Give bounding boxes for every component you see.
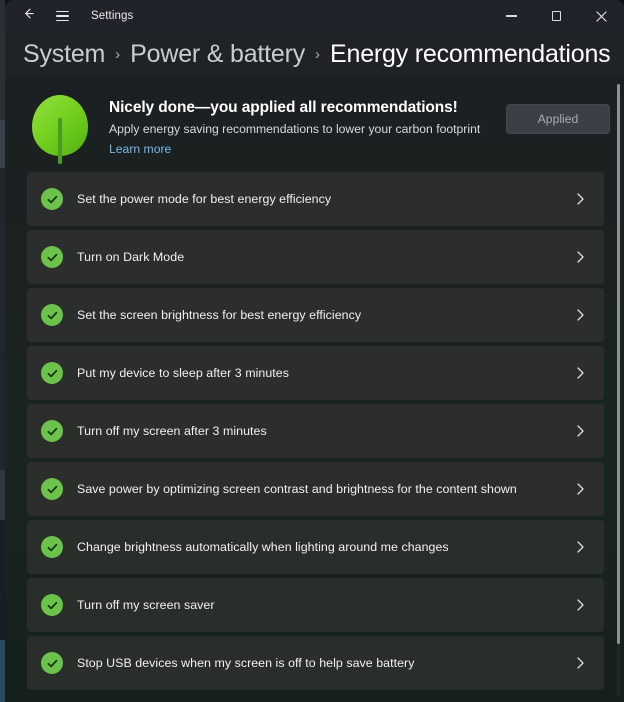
- check-circle-icon: [41, 420, 63, 442]
- check-circle-icon: [41, 246, 63, 268]
- check-circle-icon: [41, 304, 63, 326]
- vertical-scrollbar[interactable]: [617, 84, 620, 696]
- chevron-right-icon[interactable]: [575, 308, 586, 322]
- recommendation-label: Turn on Dark Mode: [77, 250, 185, 264]
- navigation-menu-button[interactable]: [47, 1, 77, 31]
- chevron-right-icon[interactable]: [575, 656, 586, 670]
- minimize-button[interactable]: [489, 0, 534, 32]
- page-content: Nicely done—you applied all recommendati…: [5, 78, 624, 702]
- check-circle-icon: [41, 536, 63, 558]
- check-circle-icon: [41, 478, 63, 500]
- recommendations-list: Set the power mode for best energy effic…: [5, 172, 624, 690]
- page-title: Energy recommendations: [330, 40, 611, 68]
- back-button[interactable]: [13, 1, 43, 31]
- recommendation-row[interactable]: Turn on Dark Mode: [27, 230, 604, 284]
- check-circle-icon: [41, 362, 63, 384]
- chevron-right-icon[interactable]: [575, 424, 586, 438]
- app-title: Settings: [91, 10, 134, 22]
- recommendation-label: Turn off my screen saver: [77, 598, 215, 612]
- recommendation-label: Put my device to sleep after 3 minutes: [77, 366, 289, 380]
- scrollbar-thumb[interactable]: [617, 84, 620, 644]
- recommendation-row[interactable]: Set the power mode for best energy effic…: [27, 172, 604, 226]
- check-circle-icon: [41, 188, 63, 210]
- energy-summary-banner: Nicely done—you applied all recommendati…: [5, 78, 624, 170]
- breadcrumb-item-power-battery[interactable]: Power & battery: [130, 40, 305, 69]
- banner-title: Nicely done—you applied all recommendati…: [109, 99, 458, 116]
- leaf-icon: [27, 92, 93, 165]
- maximize-button[interactable]: [534, 0, 579, 32]
- hamburger-menu-icon: [55, 11, 69, 21]
- check-circle-icon: [41, 594, 63, 616]
- chevron-right-icon[interactable]: [575, 540, 586, 554]
- recommendation-row[interactable]: Set the screen brightness for best energ…: [27, 288, 604, 342]
- recommendation-label: Change brightness automatically when lig…: [77, 540, 449, 554]
- recommendation-label: Turn off my screen after 3 minutes: [77, 424, 267, 438]
- recommendation-row[interactable]: Stop USB devices when my screen is off t…: [27, 636, 604, 690]
- recommendation-row[interactable]: Put my device to sleep after 3 minutes: [27, 346, 604, 400]
- chevron-right-icon[interactable]: [575, 598, 586, 612]
- recommendation-label: Set the screen brightness for best energ…: [77, 308, 362, 322]
- recommendation-label: Stop USB devices when my screen is off t…: [77, 656, 415, 670]
- chevron-right-icon[interactable]: [575, 192, 586, 206]
- window-controls: [489, 0, 624, 32]
- title-bar: Settings: [5, 0, 624, 32]
- recommendation-row[interactable]: Turn off my screen saver: [27, 578, 604, 632]
- chevron-right-icon[interactable]: [575, 482, 586, 496]
- recommendation-label: Save power by optimizing screen contrast…: [77, 482, 517, 496]
- banner-text-block: Nicely done—you applied all recommendati…: [93, 90, 506, 158]
- banner-subtitle: Apply energy saving recommendations to l…: [109, 122, 481, 136]
- applied-button[interactable]: Applied: [506, 104, 610, 134]
- recommendation-row[interactable]: Turn off my screen after 3 minutes: [27, 404, 604, 458]
- chevron-right-icon[interactable]: [575, 250, 586, 264]
- chevron-right-icon[interactable]: [575, 366, 586, 380]
- back-arrow-icon: [21, 6, 36, 26]
- recommendation-row[interactable]: Change brightness automatically when lig…: [27, 520, 604, 574]
- breadcrumb-separator-icon: ›: [315, 46, 321, 63]
- recommendation-label: Set the power mode for best energy effic…: [77, 192, 332, 206]
- close-button[interactable]: [579, 0, 624, 32]
- close-icon: [596, 10, 607, 22]
- breadcrumb: System › Power & battery › Energy recomm…: [5, 32, 624, 78]
- minimize-icon: [506, 15, 517, 17]
- breadcrumb-item-system[interactable]: System: [23, 40, 105, 69]
- settings-window: Settings System › Power & battery › Ener…: [5, 0, 624, 702]
- learn-more-link[interactable]: Learn more: [109, 142, 171, 156]
- breadcrumb-separator-icon: ›: [115, 46, 121, 63]
- maximize-icon: [551, 11, 562, 21]
- recommendation-row[interactable]: Save power by optimizing screen contrast…: [27, 462, 604, 516]
- check-circle-icon: [41, 652, 63, 674]
